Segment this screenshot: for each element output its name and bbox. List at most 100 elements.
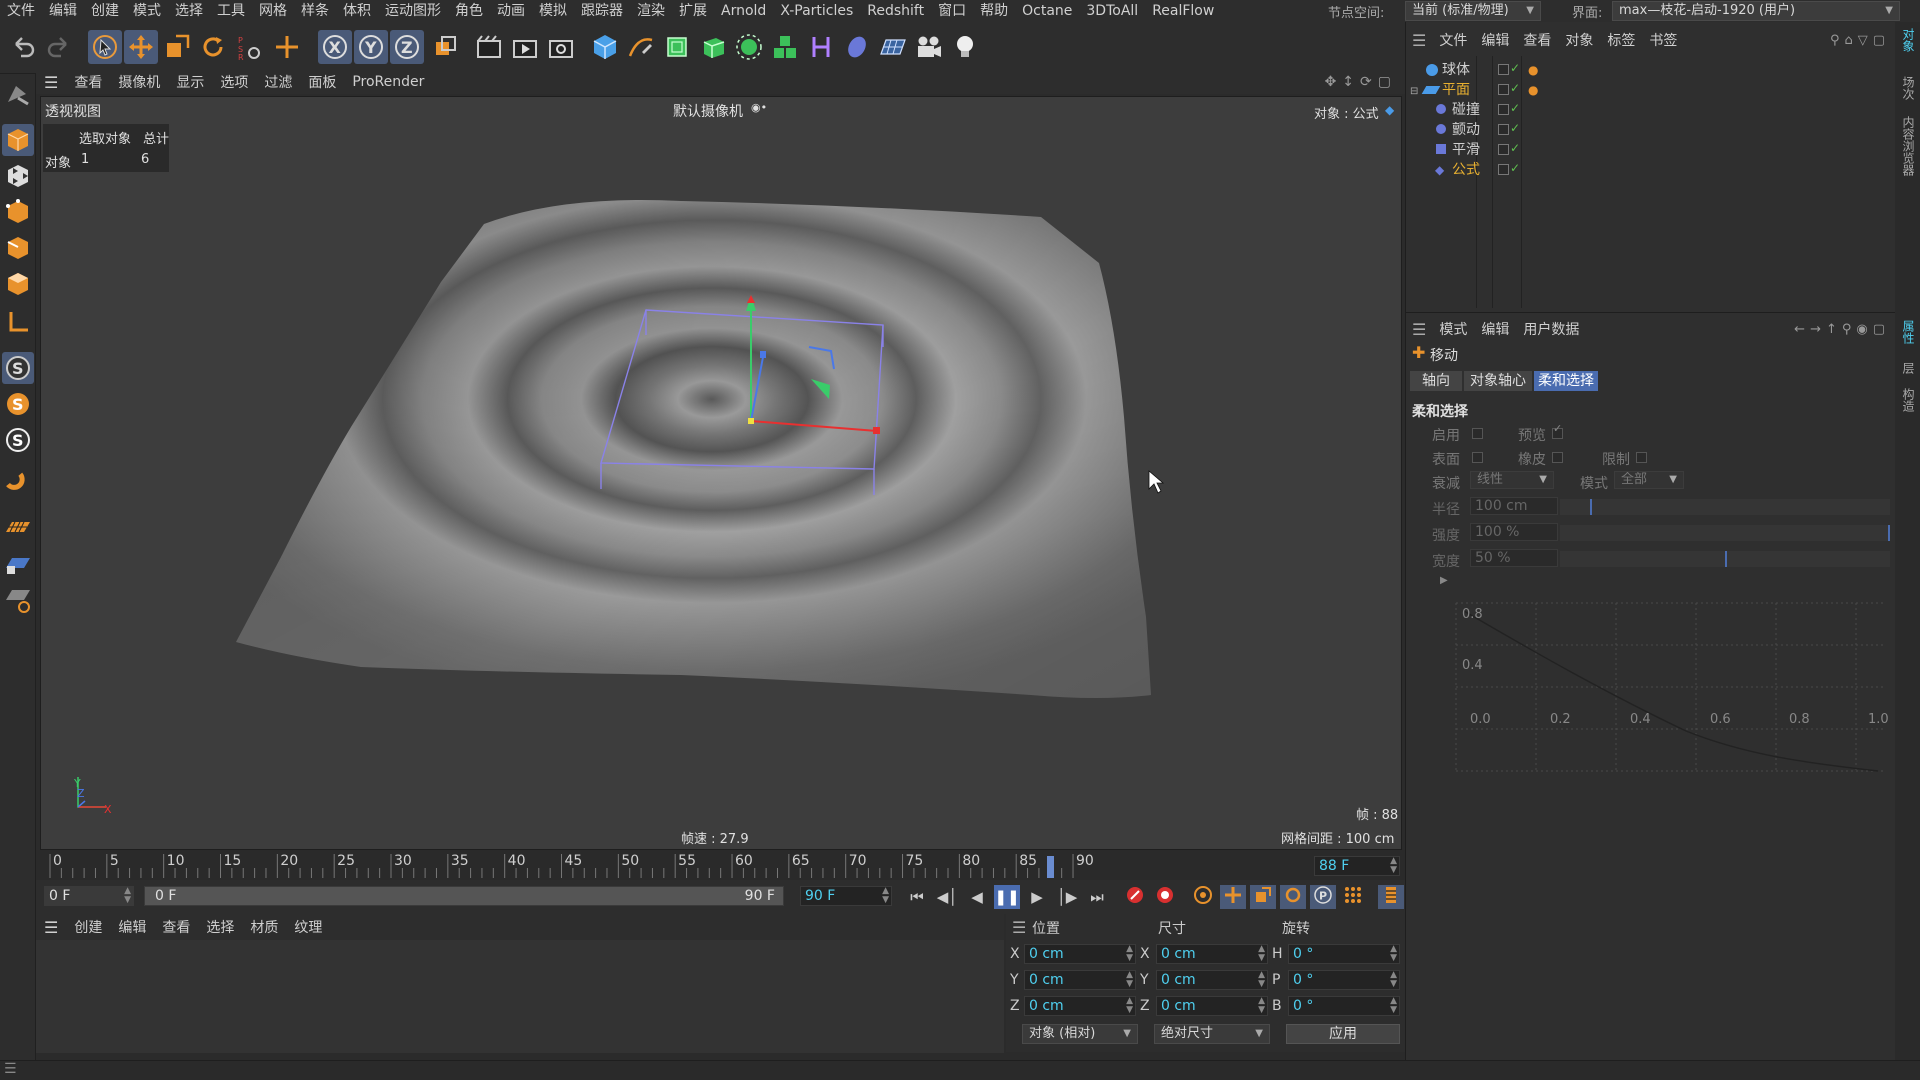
size-mode-dropdown[interactable]: 绝对尺寸 ▼: [1154, 1024, 1270, 1044]
object-row-sphere[interactable]: 球体 ✓ ●: [1406, 60, 1896, 80]
width-slider[interactable]: [1560, 551, 1890, 567]
hamburger-icon[interactable]: ☰: [1012, 918, 1026, 937]
material-menu-edit[interactable]: 编辑: [110, 917, 154, 937]
pos-z-field[interactable]: 0 cm ▲ ▼: [1024, 996, 1136, 1016]
menu-mesh[interactable]: 网格: [252, 0, 294, 22]
object-row-jiggle[interactable]: 颤动 ✓: [1406, 120, 1896, 140]
subdivision-surface-button[interactable]: [660, 30, 694, 64]
menu-select[interactable]: 选择: [168, 0, 210, 22]
rot-b-field[interactable]: 0 ° ▲ ▼: [1288, 996, 1400, 1016]
menu-window[interactable]: 窗口: [931, 0, 973, 22]
viewport-nav-icons[interactable]: ✥↕⟳▢: [1325, 74, 1397, 90]
texture-mode-button[interactable]: [2, 160, 34, 192]
attr-menu-mode[interactable]: 模式: [1432, 319, 1474, 339]
enable-checkbox[interactable]: [1472, 428, 1483, 439]
locked-workplane-button[interactable]: [2, 548, 34, 580]
menu-redshift[interactable]: Redshift: [860, 0, 931, 22]
viewport-menu-display[interactable]: 显示: [168, 72, 212, 92]
axis-mode-button[interactable]: [2, 306, 34, 338]
strength-field[interactable]: 100 %: [1470, 523, 1558, 541]
menu-mode[interactable]: 模式: [126, 0, 168, 22]
min-frame-field[interactable]: 0 F ▲ ▼: [44, 886, 134, 906]
keyframe-selection-icon[interactable]: [1190, 885, 1216, 909]
snap-button[interactable]: S: [2, 352, 34, 384]
move-tool-button[interactable]: [124, 30, 158, 64]
autokey-icon[interactable]: [1152, 885, 1178, 909]
key-parameter-icon[interactable]: P: [1310, 885, 1336, 909]
prev-frame-icon[interactable]: ◀: [964, 888, 990, 906]
surface-checkbox[interactable]: [1472, 452, 1483, 463]
menu-volume[interactable]: 体积: [336, 0, 378, 22]
record-icon[interactable]: [1122, 885, 1148, 909]
hamburger-icon[interactable]: ☰: [4, 1061, 17, 1077]
material-menu-view[interactable]: 查看: [154, 917, 198, 937]
dock-tab-objects[interactable]: 对象: [1897, 28, 1917, 52]
render-to-picture-viewer-button[interactable]: [508, 30, 542, 64]
object-row-smoothing[interactable]: 平滑 ✓: [1406, 140, 1896, 160]
x-axis-arrow[interactable]: [873, 427, 880, 434]
visibility-icon[interactable]: [1498, 144, 1509, 155]
width-slider-handle[interactable]: [1725, 551, 1727, 567]
menu-create[interactable]: 创建: [84, 0, 126, 22]
attr-menu-userdata[interactable]: 用户数据: [1516, 319, 1586, 339]
size-y-field[interactable]: 0 cm ▲ ▼: [1156, 970, 1268, 990]
enabled-check-icon[interactable]: ✓: [1510, 138, 1520, 158]
edges-mode-button[interactable]: [2, 232, 34, 264]
mograph-button[interactable]: [768, 30, 802, 64]
limit-checkbox[interactable]: [1636, 452, 1647, 463]
objmgr-menu-objects[interactable]: 对象: [1558, 30, 1600, 50]
menu-tracker[interactable]: 跟踪器: [574, 0, 630, 22]
max-frame-field[interactable]: 90 F ▲ ▼: [800, 886, 892, 906]
z-axis-lock-button[interactable]: Z: [390, 30, 424, 64]
size-z-field[interactable]: 0 cm ▲ ▼: [1156, 996, 1268, 1016]
key-pla-icon[interactable]: [1340, 885, 1366, 909]
menu-simulate[interactable]: 模拟: [532, 0, 574, 22]
render-settings-button[interactable]: [544, 30, 578, 64]
viewport-menu-prorender[interactable]: ProRender: [344, 74, 432, 90]
layout-dropdown[interactable]: max—枝花-启动-1920 (用户) ▼: [1612, 1, 1900, 21]
key-position-icon[interactable]: [1220, 885, 1246, 909]
collapse-icon[interactable]: ⊟: [1410, 82, 1418, 102]
attr-nav-icons[interactable]: ←→↑⚲◉▢: [1794, 322, 1890, 337]
workplane-snap-button[interactable]: S: [2, 388, 34, 420]
menu-tools[interactable]: 工具: [210, 0, 252, 22]
timeline-window-icon[interactable]: [1378, 885, 1404, 909]
redo-button[interactable]: [42, 30, 76, 64]
hamburger-icon[interactable]: ☰: [36, 73, 66, 92]
rot-h-field[interactable]: 0 ° ▲ ▼: [1288, 944, 1400, 964]
live-select-button[interactable]: [88, 30, 122, 64]
dock-tab-attributes[interactable]: 属性: [1897, 320, 1917, 344]
visibility-icon[interactable]: [1498, 84, 1509, 95]
quantize-button[interactable]: S: [2, 424, 34, 456]
objmgr-menu-bookmarks[interactable]: 书签: [1642, 30, 1684, 50]
tag-icon[interactable]: ●: [1528, 80, 1538, 100]
material-menu-texture[interactable]: 纹理: [286, 917, 330, 937]
material-manager-area[interactable]: [36, 940, 1004, 1053]
hamburger-icon[interactable]: ☰: [1406, 320, 1432, 339]
menu-xparticles[interactable]: X-Particles: [773, 0, 860, 22]
falloff-curve-graph[interactable]: [1446, 583, 1896, 783]
enabled-check-icon[interactable]: ✓: [1510, 158, 1520, 178]
enabled-check-icon[interactable]: ✓: [1510, 58, 1520, 78]
menu-edit[interactable]: 编辑: [42, 0, 84, 22]
preview-range-slider[interactable]: 0 F 90 F: [144, 886, 784, 906]
timeline-ruler[interactable]: 0 5 10 15 20 25 30 35 40 45 50 55 60 65 70 75 80 85 90 88 …: [36, 850, 1405, 880]
enabled-check-icon[interactable]: ✓: [1510, 98, 1520, 118]
undo-button[interactable]: [6, 30, 40, 64]
timeline-playhead[interactable]: [1047, 856, 1055, 878]
radius-field[interactable]: 100 cm: [1470, 497, 1558, 515]
objmgr-menu-tags[interactable]: 标签: [1600, 30, 1642, 50]
next-frame-icon[interactable]: ▶: [1024, 888, 1050, 906]
add-transform-button[interactable]: [270, 30, 304, 64]
menu-render[interactable]: 渲染: [630, 0, 672, 22]
go-to-start-icon[interactable]: ⏮: [904, 888, 930, 906]
object-row-plane[interactable]: ⊟ 平面 ✓ ●: [1406, 80, 1896, 100]
floor-button[interactable]: [876, 30, 910, 64]
viewport-menu-view[interactable]: 查看: [66, 72, 110, 92]
current-frame-field[interactable]: 88 F ▲ ▼: [1314, 856, 1400, 876]
make-editable-button[interactable]: [2, 78, 34, 110]
prev-key-icon[interactable]: ◀│: [934, 888, 960, 906]
menu-mograph[interactable]: 运动图形: [378, 0, 448, 22]
dock-tab-takes[interactable]: 场次: [1897, 76, 1917, 100]
radius-slider[interactable]: [1560, 499, 1890, 515]
